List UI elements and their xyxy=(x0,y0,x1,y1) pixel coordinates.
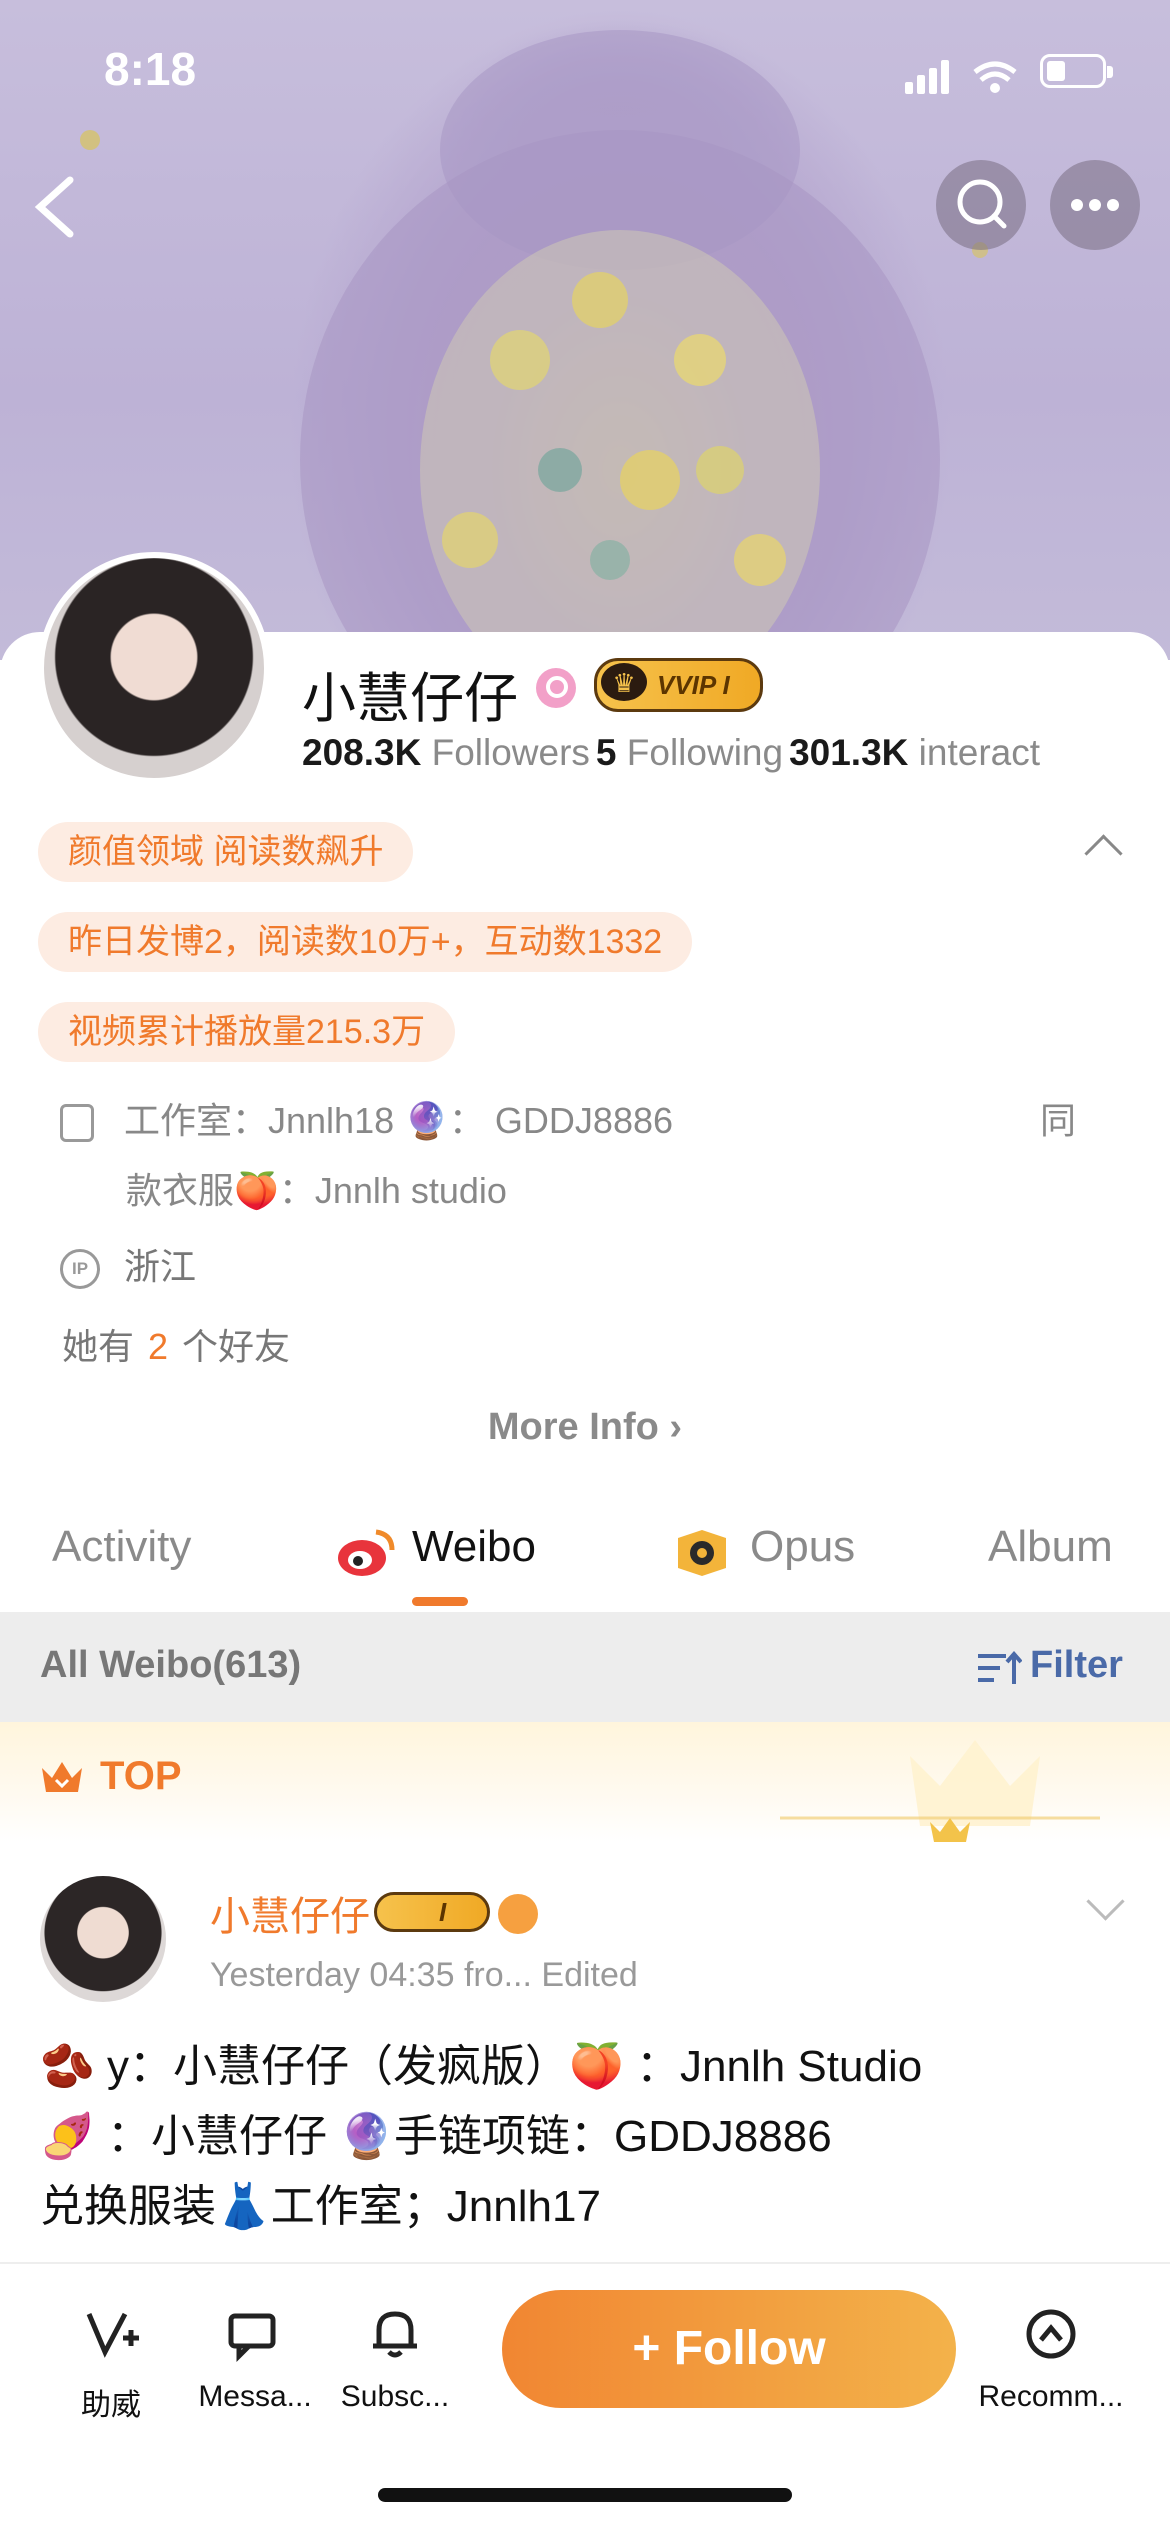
search-button[interactable] xyxy=(936,160,1026,250)
battery-icon xyxy=(1040,54,1113,88)
interactions-label: interact xyxy=(918,732,1041,773)
messages-label: Messa... xyxy=(198,2380,312,2413)
top-label: TOP xyxy=(100,1754,182,1798)
follow-button[interactable]: + Follow xyxy=(502,2290,956,2408)
messages-button[interactable]: Messa... xyxy=(180,2304,330,2414)
status-bar: 8:18 xyxy=(0,0,1170,150)
following-count[interactable]: 5 xyxy=(596,732,617,773)
document-icon xyxy=(60,1104,94,1143)
bell-icon xyxy=(373,2311,417,2358)
vvip-label: VVIP I xyxy=(657,670,730,700)
bio-line-2: 款衣服🍑：Jnnlh studio xyxy=(126,1170,507,1211)
post-line-3: 兑换服装👗工作室；Jnnlh17 xyxy=(40,2182,601,2231)
status-time: 8:18 xyxy=(104,43,197,95)
female-icon xyxy=(536,668,576,708)
post-vip-badge: I xyxy=(374,1892,490,1932)
post-vip-label: I xyxy=(439,1897,447,1927)
crown-icon xyxy=(42,1762,82,1792)
home-indicator xyxy=(378,2488,792,2502)
tab-weibo[interactable]: Weibo xyxy=(412,1522,536,1572)
profile-tabs: Activity Weibo Opus Album xyxy=(0,1500,1170,1610)
followers-label[interactable]: Followers xyxy=(432,732,590,773)
recommend-button[interactable]: Recomm... xyxy=(966,2304,1136,2414)
tab-album[interactable]: Album xyxy=(988,1522,1113,1572)
post-line-1: 🫘 y：小慧仔仔（发疯版）🍑 ：Jnnlh Studio xyxy=(40,2042,923,2091)
post-author-name[interactable]: 小慧仔仔 xyxy=(210,1884,370,1942)
ip-location-icon: IP xyxy=(60,1249,100,1290)
more-info-link[interactable]: More Info › xyxy=(0,1406,1170,1449)
following-label[interactable]: Following xyxy=(627,732,783,773)
recommend-label: Recomm... xyxy=(978,2380,1124,2413)
all-weibo-count: All Weibo(613) xyxy=(40,1644,302,1686)
friends-row[interactable]: 她有 2 个好友 xyxy=(62,1318,290,1370)
message-icon xyxy=(228,2313,276,2363)
recommend-chevron-up-icon xyxy=(1026,2309,1076,2359)
friends-count: 2 xyxy=(148,1326,169,1367)
more-dots-icon xyxy=(1071,199,1119,211)
subscribe-label: Subsc... xyxy=(340,2380,450,2413)
bio-line-1: 工作室：Jnnlh18 🔮： GDDJ8886 xyxy=(124,1100,674,1141)
profile-stats: 208.3K Followers 5 Following 301.3K intera… xyxy=(302,732,1046,774)
tab-activity[interactable]: Activity xyxy=(52,1522,191,1572)
search-icon xyxy=(957,179,1007,229)
ip-location: 浙江 xyxy=(124,1246,197,1287)
followers-count[interactable]: 208.3K xyxy=(302,732,421,773)
friends-suffix: 个好友 xyxy=(182,1326,291,1367)
tab-opus[interactable]: Opus xyxy=(750,1522,855,1572)
assist-label: 助威 xyxy=(81,2389,141,2422)
post-author-avatar[interactable] xyxy=(40,1876,166,2002)
bio-row: 工作室：Jnnlh18 🔮： GDDJ8886 xyxy=(60,1092,673,1144)
post-body[interactable]: 🫘 y：小慧仔仔（发疯版）🍑 ：Jnnlh Studio 🍠 ：小慧仔仔 🔮手链… xyxy=(40,2032,1140,2242)
weibo-logo-icon xyxy=(338,1529,395,1576)
filter-icon[interactable] xyxy=(976,1650,1022,1690)
filter-bar: All Weibo(613) Filter xyxy=(0,1612,1170,1722)
top-crown-decoration-icon xyxy=(780,1740,1100,1842)
fan-badge-icon xyxy=(498,1894,538,1934)
back-icon[interactable] xyxy=(26,172,86,242)
assist-button[interactable]: 助威 xyxy=(36,2304,186,2424)
bio-line-1-suffix: 同 xyxy=(1040,1100,1077,1141)
opus-icon xyxy=(678,1530,726,1576)
post-line-2: 🍠 ：小慧仔仔 🔮手链项链：GDDJ8886 xyxy=(40,2112,832,2161)
vvip-badge[interactable]: ♛ VVIP I xyxy=(594,658,763,712)
signal-wifi-icons xyxy=(905,60,1017,94)
friends-prefix: 她有 xyxy=(62,1326,135,1367)
more-button[interactable] xyxy=(1050,160,1140,250)
interactions-count: 301.3K xyxy=(789,732,909,773)
subscribe-button[interactable]: Subsc... xyxy=(320,2304,470,2414)
avatar[interactable] xyxy=(38,552,270,784)
crown-icon: ♛ xyxy=(601,663,647,701)
filter-button[interactable]: Filter xyxy=(1030,1644,1123,1687)
active-tab-indicator xyxy=(412,1597,468,1606)
post-meta: Yesterday 04:35 fro... Edited xyxy=(210,1956,638,1994)
tag-video-plays[interactable]: 视频累计播放量215.3万 xyxy=(38,1002,456,1062)
assist-icon xyxy=(86,2312,139,2358)
ip-row: IP 浙江 xyxy=(60,1238,196,1290)
tag-yesterday-stats[interactable]: 昨日发博2，阅读数10万+，互动数1332 xyxy=(38,912,693,972)
tag-category[interactable]: 颜值领域 阅读数飙升 xyxy=(38,822,414,882)
profile-name: 小慧仔仔 xyxy=(302,669,518,729)
top-post-banner: TOP xyxy=(0,1722,1170,1842)
